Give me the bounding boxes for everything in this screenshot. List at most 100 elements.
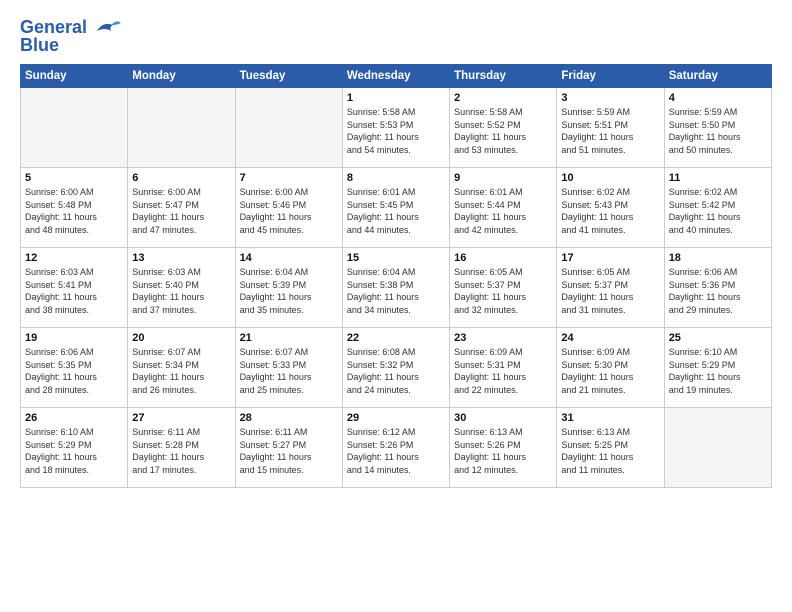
day-info: Sunrise: 6:09 AM Sunset: 5:31 PM Dayligh… — [454, 346, 552, 396]
day-number: 25 — [669, 332, 767, 344]
calendar-cell: 7 Sunrise: 6:00 AM Sunset: 5:46 PM Daylig… — [235, 168, 342, 248]
weekday-header: Thursday — [450, 65, 557, 88]
day-info: Sunrise: 6:07 AM Sunset: 5:33 PM Dayligh… — [240, 346, 338, 396]
calendar-week-row: 5 Sunrise: 6:00 AM Sunset: 5:48 PM Daylig… — [21, 168, 772, 248]
calendar-cell: 3 Sunrise: 5:59 AM Sunset: 5:51 PM Daylig… — [557, 88, 664, 168]
calendar-cell — [128, 88, 235, 168]
calendar-cell: 22 Sunrise: 6:08 AM Sunset: 5:32 PM Dayli… — [342, 328, 449, 408]
day-number: 5 — [25, 172, 123, 184]
calendar-cell: 24Sunrise: 6:09 AM Sunset: 5:30 PM Dayli… — [557, 328, 664, 408]
day-number: 27 — [132, 412, 230, 424]
day-info: Sunrise: 6:03 AM Sunset: 5:41 PM Dayligh… — [25, 266, 123, 316]
calendar-cell: 29Sunrise: 6:12 AM Sunset: 5:26 PM Dayli… — [342, 408, 449, 488]
calendar-cell: 15 Sunrise: 6:04 AM Sunset: 5:38 PM Dayli… — [342, 248, 449, 328]
day-info: Sunrise: 6:11 AM Sunset: 5:28 PM Dayligh… — [132, 426, 230, 476]
day-number: 20 — [132, 332, 230, 344]
day-number: 21 — [240, 332, 338, 344]
calendar-cell: 30Sunrise: 6:13 AM Sunset: 5:26 PM Dayli… — [450, 408, 557, 488]
calendar-cell: 20 Sunrise: 6:07 AM Sunset: 5:34 PM Dayli… — [128, 328, 235, 408]
day-number: 11 — [669, 172, 767, 184]
day-number: 28 — [240, 412, 338, 424]
day-number: 31 — [561, 412, 659, 424]
day-info: Sunrise: 6:00 AM Sunset: 5:46 PM Dayligh… — [240, 186, 338, 236]
calendar-cell: 5 Sunrise: 6:00 AM Sunset: 5:48 PM Daylig… — [21, 168, 128, 248]
day-number: 10 — [561, 172, 659, 184]
day-info: Sunrise: 6:04 AM Sunset: 5:39 PM Dayligh… — [240, 266, 338, 316]
calendar-cell: 17 Sunrise: 6:05 AM Sunset: 5:37 PM Dayli… — [557, 248, 664, 328]
day-number: 23 — [454, 332, 552, 344]
day-number: 9 — [454, 172, 552, 184]
logo-general: General — [20, 17, 87, 37]
calendar-cell: 10 Sunrise: 6:02 AM Sunset: 5:43 PM Dayli… — [557, 168, 664, 248]
day-info: Sunrise: 6:08 AM Sunset: 5:32 PM Dayligh… — [347, 346, 445, 396]
calendar-header-row: SundayMondayTuesdayWednesdayThursdayFrid… — [21, 65, 772, 88]
logo-bird-icon — [89, 17, 121, 45]
day-number: 29 — [347, 412, 445, 424]
page: General Blue SundayMondayTuesdayWednesda… — [0, 0, 792, 612]
calendar-cell: 1 Sunrise: 5:58 AM Sunset: 5:53 PM Daylig… — [342, 88, 449, 168]
calendar-cell: 13Sunrise: 6:03 AM Sunset: 5:40 PM Dayli… — [128, 248, 235, 328]
day-info: Sunrise: 6:01 AM Sunset: 5:45 PM Dayligh… — [347, 186, 445, 236]
day-info: Sunrise: 6:00 AM Sunset: 5:48 PM Dayligh… — [25, 186, 123, 236]
calendar-cell: 26Sunrise: 6:10 AM Sunset: 5:29 PM Dayli… — [21, 408, 128, 488]
day-info: Sunrise: 6:00 AM Sunset: 5:47 PM Dayligh… — [132, 186, 230, 236]
day-number: 8 — [347, 172, 445, 184]
logo-text: General Blue — [20, 18, 87, 54]
day-number: 4 — [669, 92, 767, 104]
day-info: Sunrise: 6:11 AM Sunset: 5:27 PM Dayligh… — [240, 426, 338, 476]
header: General Blue — [20, 18, 772, 54]
day-number: 15 — [347, 252, 445, 264]
day-info: Sunrise: 5:59 AM Sunset: 5:51 PM Dayligh… — [561, 106, 659, 156]
calendar-cell: 19 Sunrise: 6:06 AM Sunset: 5:35 PM Dayli… — [21, 328, 128, 408]
day-info: Sunrise: 6:06 AM Sunset: 5:35 PM Dayligh… — [25, 346, 123, 396]
calendar-week-row: 26Sunrise: 6:10 AM Sunset: 5:29 PM Dayli… — [21, 408, 772, 488]
calendar-week-row: 19 Sunrise: 6:06 AM Sunset: 5:35 PM Dayli… — [21, 328, 772, 408]
calendar-cell: 21 Sunrise: 6:07 AM Sunset: 5:33 PM Dayli… — [235, 328, 342, 408]
weekday-header: Tuesday — [235, 65, 342, 88]
calendar-cell: 16Sunrise: 6:05 AM Sunset: 5:37 PM Dayli… — [450, 248, 557, 328]
calendar-week-row: 12 Sunrise: 6:03 AM Sunset: 5:41 PM Dayli… — [21, 248, 772, 328]
calendar-cell: 27 Sunrise: 6:11 AM Sunset: 5:28 PM Dayli… — [128, 408, 235, 488]
calendar-cell — [235, 88, 342, 168]
day-info: Sunrise: 6:05 AM Sunset: 5:37 PM Dayligh… — [454, 266, 552, 316]
day-number: 17 — [561, 252, 659, 264]
day-info: Sunrise: 5:58 AM Sunset: 5:53 PM Dayligh… — [347, 106, 445, 156]
day-number: 19 — [25, 332, 123, 344]
calendar-cell: 4 Sunrise: 5:59 AM Sunset: 5:50 PM Daylig… — [664, 88, 771, 168]
day-info: Sunrise: 6:05 AM Sunset: 5:37 PM Dayligh… — [561, 266, 659, 316]
calendar-cell — [21, 88, 128, 168]
day-number: 7 — [240, 172, 338, 184]
calendar-table: SundayMondayTuesdayWednesdayThursdayFrid… — [20, 64, 772, 488]
calendar-cell: 9 Sunrise: 6:01 AM Sunset: 5:44 PM Daylig… — [450, 168, 557, 248]
day-info: Sunrise: 6:10 AM Sunset: 5:29 PM Dayligh… — [25, 426, 123, 476]
weekday-header: Wednesday — [342, 65, 449, 88]
day-info: Sunrise: 6:07 AM Sunset: 5:34 PM Dayligh… — [132, 346, 230, 396]
day-number: 13 — [132, 252, 230, 264]
day-number: 1 — [347, 92, 445, 104]
calendar-week-row: 1 Sunrise: 5:58 AM Sunset: 5:53 PM Daylig… — [21, 88, 772, 168]
day-number: 2 — [454, 92, 552, 104]
day-number: 22 — [347, 332, 445, 344]
day-number: 30 — [454, 412, 552, 424]
day-number: 12 — [25, 252, 123, 264]
calendar-cell: 23 Sunrise: 6:09 AM Sunset: 5:31 PM Dayli… — [450, 328, 557, 408]
calendar-cell: 28 Sunrise: 6:11 AM Sunset: 5:27 PM Dayli… — [235, 408, 342, 488]
calendar-cell: 18Sunrise: 6:06 AM Sunset: 5:36 PM Dayli… — [664, 248, 771, 328]
calendar-cell: 8 Sunrise: 6:01 AM Sunset: 5:45 PM Daylig… — [342, 168, 449, 248]
day-info: Sunrise: 5:59 AM Sunset: 5:50 PM Dayligh… — [669, 106, 767, 156]
day-info: Sunrise: 6:13 AM Sunset: 5:25 PM Dayligh… — [561, 426, 659, 476]
day-info: Sunrise: 6:04 AM Sunset: 5:38 PM Dayligh… — [347, 266, 445, 316]
calendar-cell: 11Sunrise: 6:02 AM Sunset: 5:42 PM Dayli… — [664, 168, 771, 248]
weekday-header: Monday — [128, 65, 235, 88]
day-info: Sunrise: 6:02 AM Sunset: 5:43 PM Dayligh… — [561, 186, 659, 236]
calendar-cell: 14Sunrise: 6:04 AM Sunset: 5:39 PM Dayli… — [235, 248, 342, 328]
day-number: 6 — [132, 172, 230, 184]
calendar-cell: 2 Sunrise: 5:58 AM Sunset: 5:52 PM Daylig… — [450, 88, 557, 168]
day-info: Sunrise: 6:01 AM Sunset: 5:44 PM Dayligh… — [454, 186, 552, 236]
calendar-cell: 12 Sunrise: 6:03 AM Sunset: 5:41 PM Dayli… — [21, 248, 128, 328]
day-info: Sunrise: 5:58 AM Sunset: 5:52 PM Dayligh… — [454, 106, 552, 156]
calendar-cell: 25Sunrise: 6:10 AM Sunset: 5:29 PM Dayli… — [664, 328, 771, 408]
day-number: 24 — [561, 332, 659, 344]
day-number: 3 — [561, 92, 659, 104]
day-info: Sunrise: 6:06 AM Sunset: 5:36 PM Dayligh… — [669, 266, 767, 316]
